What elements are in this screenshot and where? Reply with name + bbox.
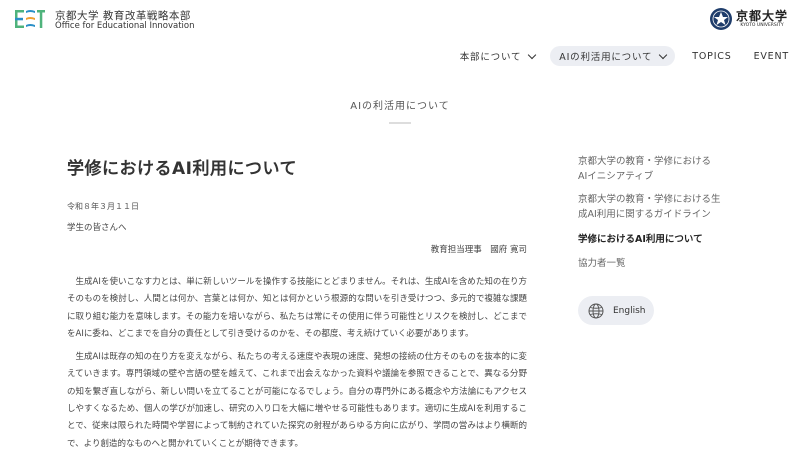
article-headline: 学修におけるAI利用について	[67, 159, 297, 179]
title-divider	[389, 122, 411, 124]
page-section-title: AIの利活用について	[350, 101, 450, 112]
nav-item-event[interactable]: EVENT	[743, 46, 800, 66]
sidebar-item-ai-initiative[interactable]: 京都大学の教育・学修における AIイニシアティブ	[578, 154, 711, 184]
sidebar-item-contributors[interactable]: 協力者一覧	[578, 256, 626, 271]
office-logo-icon[interactable]	[14, 7, 46, 31]
nav-item-topics[interactable]: TOPICS	[681, 46, 742, 66]
university-name-en: KYOTO UNIVERSITY	[740, 22, 784, 28]
sidebar-item-guidelines[interactable]: 京都大学の教育・学修における生 成AI利用に関するガイドライン	[578, 192, 721, 222]
org-name-en: Office for Educational Innovation	[55, 21, 195, 31]
kyoto-university-logo[interactable]: 京都大学 KYOTO UNIVERSITY	[709, 8, 788, 30]
kyoto-university-seal-icon	[709, 8, 732, 30]
chevron-down-icon	[659, 50, 668, 59]
nav-item-label: TOPICS	[692, 50, 732, 62]
main-nav: 本部について AIの利活用について TOPICS EVENT	[451, 46, 800, 66]
article-date: 令和８年３月１１日	[67, 202, 139, 211]
globe-icon	[588, 303, 604, 318]
article-signature: 教育担当理事 國府 寛司	[430, 245, 527, 255]
language-switch-label: English	[613, 305, 646, 316]
article-paragraph: 生成AIを使いこなす力とは、単に新しいツールを操作する技能にとどまりません。それ…	[67, 277, 527, 339]
language-switch-button[interactable]: English	[578, 296, 654, 325]
nav-item-label: EVENT	[753, 50, 789, 62]
nav-item-label: AIの利活用について	[559, 52, 653, 63]
nav-item-about[interactable]: 本部について	[451, 46, 545, 66]
article-paragraph: 生成AIは既存の知の在り方を変えながら、私たちの考える速度や表現の速度、発想の接…	[67, 352, 527, 449]
nav-item-label: 本部について	[459, 52, 522, 63]
chevron-down-icon	[528, 50, 537, 59]
sidebar-item-ai-in-learning[interactable]: 学修におけるAI利用について	[578, 232, 703, 247]
article: 学修におけるAI利用について 令和８年３月１１日 学生の皆さんへ 教育担当理事 …	[67, 154, 527, 453]
nav-item-ai-usage[interactable]: AIの利活用について	[550, 46, 676, 66]
university-name-ja: 京都大学	[735, 8, 788, 23]
article-greeting: 学生の皆さんへ	[67, 223, 127, 233]
